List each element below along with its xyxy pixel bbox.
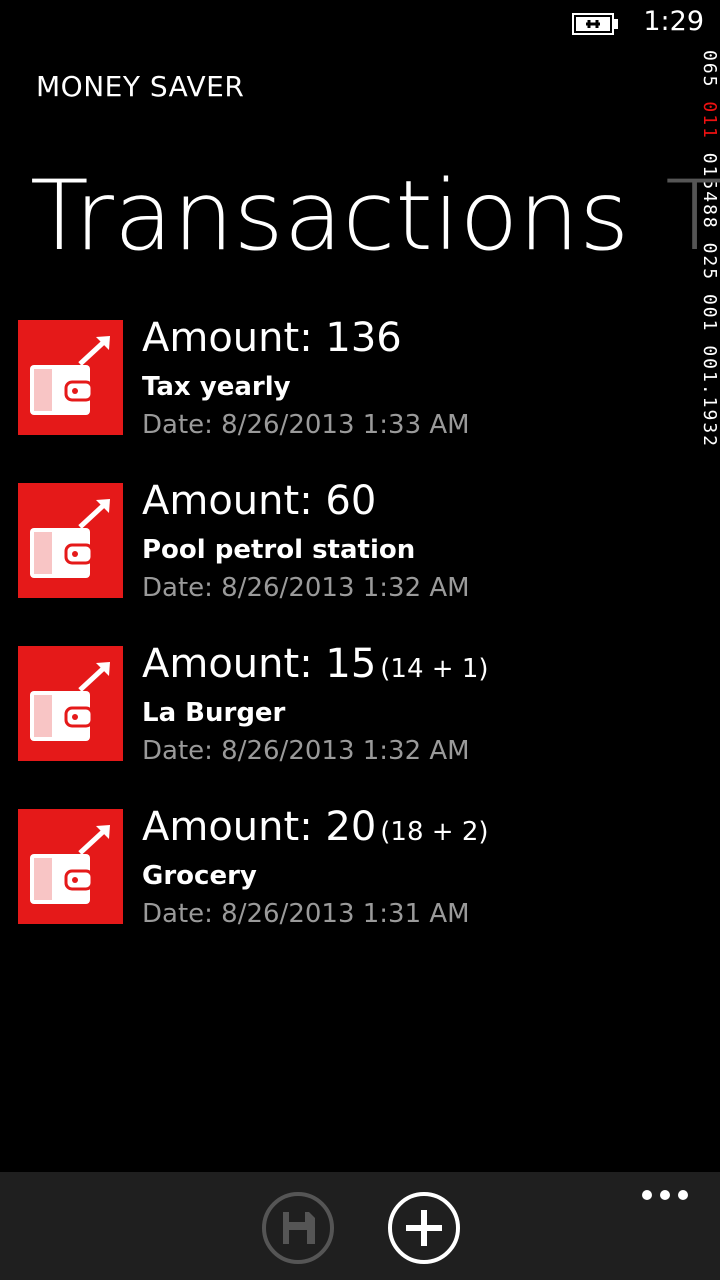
transaction-date: Date: 8/26/2013 1:33 AM [142, 410, 470, 440]
add-icon [406, 1210, 442, 1246]
transaction-date: Date: 8/26/2013 1:31 AM [142, 899, 470, 929]
amount-breakdown: (14 + 1) [380, 654, 489, 684]
pivot-item-transactions[interactable]: Transactions [30, 160, 629, 272]
transaction-description: Grocery [142, 861, 257, 891]
amount-text: Amount: 136 [142, 315, 402, 361]
transaction-tile [18, 320, 123, 435]
amount-text: Amount: 20 [142, 804, 377, 850]
transaction-tile [18, 809, 123, 924]
transaction-description: La Burger [142, 698, 286, 728]
transaction-description: Pool petrol station [142, 535, 416, 565]
transaction-list: Amount: 136 Tax yearly Date: 8/26/2013 1… [18, 315, 708, 972]
list-item[interactable]: Amount: 15 (14 + 1) La Burger Date: 8/26/… [18, 641, 708, 809]
save-button[interactable] [262, 1192, 334, 1264]
wallet-outgoing-icon [30, 499, 110, 578]
wallet-outgoing-icon [30, 825, 110, 904]
list-item[interactable]: Amount: 20 (18 + 2) Grocery Date: 8/26/20… [18, 804, 708, 972]
clock: 1:29 [643, 6, 704, 37]
status-bar: 1:29 [0, 0, 720, 48]
transaction-tile [18, 646, 123, 761]
transaction-date: Date: 8/26/2013 1:32 AM [142, 736, 470, 766]
counter-1: 065 [699, 50, 720, 89]
wallet-outgoing-icon [30, 336, 110, 415]
pivot-item-next[interactable]: Tr [665, 160, 720, 272]
amount-breakdown: (18 + 2) [380, 817, 489, 847]
battery-charging-icon [572, 13, 618, 35]
wallet-outgoing-icon [30, 662, 110, 741]
amount-text: Amount: 60 [142, 478, 377, 524]
amount-text: Amount: 15 [142, 641, 377, 687]
list-item[interactable]: Amount: 136 Tax yearly Date: 8/26/2013 1… [18, 315, 708, 483]
application-bar [0, 1172, 720, 1280]
save-icon [283, 1212, 315, 1244]
add-button[interactable] [388, 1192, 460, 1264]
counter-2: 011 [699, 101, 720, 140]
transaction-date: Date: 8/26/2013 1:32 AM [142, 573, 470, 603]
transaction-description: Tax yearly [142, 372, 291, 402]
app-title: MONEY SAVER [36, 70, 245, 103]
list-item[interactable]: Amount: 60 Pool petrol station Date: 8/2… [18, 478, 708, 646]
transaction-tile [18, 483, 123, 598]
ellipsis-icon[interactable] [642, 1186, 690, 1206]
pivot-header: Transactions Tr [30, 160, 720, 272]
